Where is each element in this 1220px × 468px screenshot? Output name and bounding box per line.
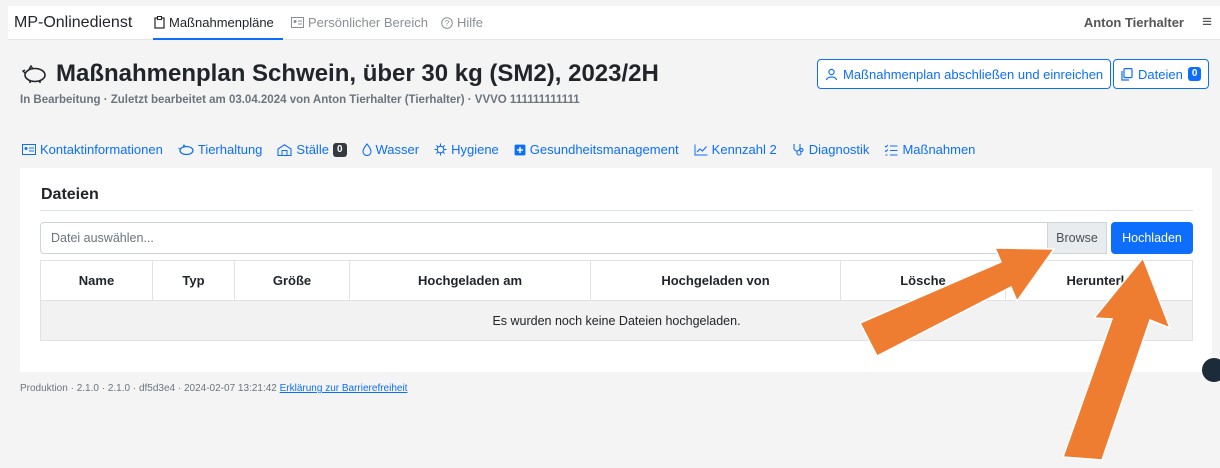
table-row-empty: Es wurden noch keine Dateien hochgeladen… bbox=[40, 300, 1193, 341]
column-header-herunterladen: Herunterla bbox=[1005, 260, 1193, 301]
nav-item-hilfe[interactable]: ? Hilfe bbox=[441, 15, 483, 30]
page-header: Maßnahmenplan Schwein, über 30 kg (SM2),… bbox=[22, 60, 659, 88]
tab-label: Kennzahl 2 bbox=[711, 142, 777, 157]
pig-icon bbox=[22, 64, 46, 83]
chart-line-icon bbox=[694, 144, 708, 155]
copy-icon bbox=[1121, 67, 1133, 81]
files-label: Dateien bbox=[1138, 66, 1183, 82]
column-header-groesse[interactable]: Größe bbox=[234, 260, 350, 301]
accessibility-link[interactable]: Erklärung zur Barrierefreiheit bbox=[280, 383, 408, 394]
column-header-name[interactable]: Name bbox=[40, 260, 153, 301]
tab-massnahmen[interactable]: Maßnahmen bbox=[884, 142, 975, 157]
tab-label: Gesundheitsmanagement bbox=[529, 142, 679, 157]
brand[interactable]: MP-Onlinedienst bbox=[14, 14, 132, 32]
tab-gesundheitsmanagement[interactable]: Gesundheitsmanagement bbox=[514, 142, 679, 157]
column-header-loeschen: Lösche bbox=[840, 260, 1006, 301]
column-header-typ[interactable]: Typ bbox=[152, 260, 235, 301]
floating-help-button[interactable] bbox=[1202, 358, 1220, 382]
tab-wasser[interactable]: Wasser bbox=[361, 142, 420, 157]
tab-label: Tierhaltung bbox=[197, 142, 263, 157]
nav-item-persoenlicher-bereich[interactable]: Persönlicher Bereich bbox=[291, 15, 428, 30]
files-count-badge: 0 bbox=[1187, 67, 1202, 81]
nav-label: Hilfe bbox=[457, 15, 484, 30]
clipboard-icon bbox=[154, 16, 165, 29]
divider bbox=[40, 210, 1193, 211]
tab-diagnostik[interactable]: Diagnostik bbox=[792, 142, 870, 157]
tab-staelle[interactable]: Ställe 0 bbox=[277, 142, 347, 157]
files-section-title: Dateien bbox=[41, 186, 99, 203]
footer-version: Produktion · 2.1.0 · 2.1.0 · df5d3e4 · 2… bbox=[20, 383, 277, 394]
files-table: Name Typ Größe Hochgeladen am Hochgelade… bbox=[40, 260, 1193, 341]
nav-label: Maßnahmenpläne bbox=[169, 15, 274, 30]
page-title: Maßnahmenplan Schwein, über 30 kg (SM2),… bbox=[56, 60, 659, 87]
navbar: MP-Onlinedienst Maßnahmenpläne Persönlic… bbox=[8, 6, 1220, 40]
plus-square-icon bbox=[514, 144, 526, 155]
droplet-icon bbox=[361, 143, 372, 156]
browse-button[interactable]: Browse bbox=[1047, 222, 1107, 254]
footer: Produktion · 2.1.0 · 2.1.0 · df5d3e4 · 2… bbox=[20, 383, 407, 394]
id-card-icon bbox=[291, 17, 304, 28]
tab-hygiene[interactable]: Hygiene bbox=[434, 142, 499, 157]
section-tabs: Kontaktinformationen Tierhaltung Ställe … bbox=[22, 142, 975, 157]
submit-plan-label: Maßnahmenplan abschließen und einreichen bbox=[843, 66, 1104, 82]
tab-tierhaltung[interactable]: Tierhaltung bbox=[178, 142, 263, 157]
staelle-count-badge: 0 bbox=[332, 142, 347, 157]
stethoscope-icon bbox=[793, 144, 804, 156]
virus-icon bbox=[434, 143, 447, 156]
table-header-row: Name Typ Größe Hochgeladen am Hochgelade… bbox=[40, 260, 1193, 301]
empty-message: Es wurden noch keine Dateien hochgeladen… bbox=[40, 300, 1193, 341]
upload-button[interactable]: Hochladen bbox=[1111, 222, 1193, 254]
tab-kontaktinformationen[interactable]: Kontaktinformationen bbox=[22, 142, 163, 157]
files-button[interactable]: Dateien 0 bbox=[1113, 59, 1210, 89]
tab-label: Hygiene bbox=[451, 142, 499, 157]
tab-label: Diagnostik bbox=[808, 142, 870, 157]
active-nav-indicator bbox=[153, 38, 283, 40]
tab-label: Kontaktinformationen bbox=[40, 142, 163, 157]
tab-label: Wasser bbox=[375, 142, 420, 157]
file-input[interactable]: Datei auswählen... bbox=[40, 222, 1107, 254]
user-name[interactable]: Anton Tierhalter bbox=[1084, 15, 1184, 30]
nav-label: Persönlicher Bereich bbox=[308, 15, 428, 30]
tab-kennzahl-2[interactable]: Kennzahl 2 bbox=[694, 142, 777, 157]
submit-plan-button[interactable]: Maßnahmenplan abschließen und einreichen bbox=[817, 59, 1112, 89]
svg-text:?: ? bbox=[445, 19, 450, 28]
list-check-icon bbox=[885, 144, 898, 155]
hamburger-icon[interactable]: ≡ bbox=[1202, 12, 1212, 32]
nav-item-massnahmenplaene[interactable]: Maßnahmenpläne bbox=[154, 15, 274, 30]
pig-icon bbox=[178, 143, 194, 155]
tab-label: Ställe bbox=[296, 142, 329, 157]
page-subtitle: In Bearbeitung · Zuletzt bearbeitet am 0… bbox=[20, 94, 580, 106]
contact-card-icon bbox=[22, 144, 36, 155]
question-circle-icon: ? bbox=[441, 16, 453, 29]
people-upload-icon bbox=[825, 68, 838, 80]
column-header-hochgeladen-von[interactable]: Hochgeladen von bbox=[590, 260, 841, 301]
column-header-hochgeladen-am[interactable]: Hochgeladen am bbox=[349, 260, 591, 301]
tab-label: Maßnahmen bbox=[902, 142, 976, 157]
barn-icon bbox=[277, 143, 292, 156]
files-card: Dateien Datei auswählen... Browse Hochla… bbox=[20, 168, 1212, 372]
